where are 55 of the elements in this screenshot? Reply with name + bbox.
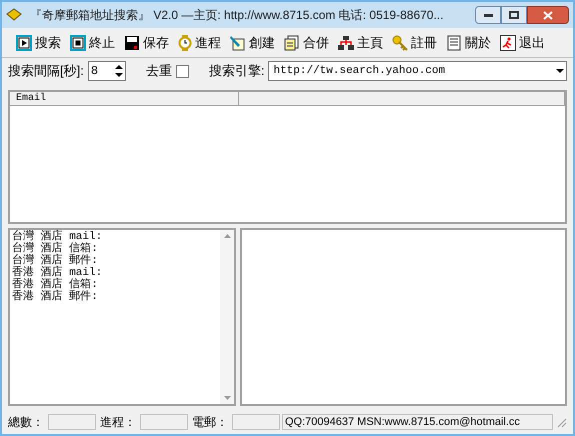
toolbar-button[interactable]: 關於 (446, 32, 491, 52)
progress-field (140, 414, 188, 430)
toolbar-button[interactable]: 註冊 (392, 32, 437, 52)
toolbar-button[interactable]: 終止 (70, 32, 115, 52)
keyword-line: 香港 酒店 mail: (12, 267, 104, 279)
minimize-icon (484, 14, 492, 16)
keyword-line: 台灣 酒店 mail: (12, 231, 104, 243)
scroll-up-icon (224, 234, 230, 238)
key-icon (392, 34, 408, 50)
spinner-arrows-icon (112, 63, 125, 79)
keyword-line: 台灣 酒店 郵件: (12, 255, 99, 267)
keyword-line: 香港 酒店 信箱: (12, 279, 99, 291)
dedupe-checkbox[interactable] (176, 64, 189, 78)
total-field (48, 414, 96, 430)
network-icon (338, 34, 354, 50)
toolbar-button[interactable]: 退出 (500, 32, 545, 52)
keyword-list[interactable]: 台灣 酒店 mail: 台灣 酒店 信箱: 台灣 酒店 郵件: 香港 酒店 mail: 香港 酒店 信箱: 香港 酒店 郵件: (8, 228, 236, 406)
resize-grip-icon (555, 416, 567, 428)
scrollbar[interactable] (220, 230, 234, 404)
save-icon (124, 34, 140, 50)
toolbar-button[interactable]: 合併 (284, 32, 329, 52)
close-button[interactable] (527, 6, 569, 24)
toolbar-button[interactable]: 保存 (124, 32, 169, 52)
keyword-line: 香港 酒店 郵件: (12, 291, 99, 303)
engine-label: 搜索引擎: (208, 62, 264, 80)
document-icon (446, 34, 462, 50)
email-count-field (232, 414, 280, 430)
interval-label: 搜索間隔[秒]: (8, 62, 84, 80)
maximize-button[interactable] (501, 6, 527, 24)
toolbar-button[interactable]: 主頁 (338, 32, 383, 52)
results-pane[interactable] (240, 228, 567, 406)
app-icon (6, 8, 22, 22)
toolbar-button[interactable]: 進程 (178, 32, 221, 52)
documents-icon (284, 34, 300, 50)
play-icon (16, 34, 32, 50)
stop-icon (70, 34, 86, 50)
keyword-line: 台灣 酒店 信箱: (12, 243, 99, 255)
dedupe-label: 去重 (146, 62, 172, 80)
email-label: 電郵： (192, 414, 229, 431)
pencil-paper-icon (230, 34, 246, 50)
close-icon (543, 10, 553, 20)
maximize-icon (509, 11, 519, 19)
toolbar-button[interactable]: 搜索 (16, 32, 61, 52)
progress-label: 進程： (100, 414, 137, 431)
toolbar-button[interactable]: 創建 (230, 32, 275, 52)
engine-dropdown[interactable]: http://tw.search.yahoo.com (268, 61, 567, 81)
contact-info: QQ:70094637 MSN:www.8715.com@hotmail.cc (282, 414, 553, 430)
running-figure-icon (500, 34, 516, 50)
interval-spinner[interactable]: 8 (88, 61, 126, 81)
scroll-down-icon (224, 396, 230, 400)
window-title: 『奇摩郵箱地址搜索』 V2.0 —主页: http://www.8715.com 电话: 0519-88670... (30, 7, 444, 24)
minimize-button[interactable] (475, 6, 501, 24)
total-label: 總數： (8, 414, 45, 431)
watch-icon (178, 34, 192, 50)
dropdown-arrow-icon (554, 67, 566, 75)
